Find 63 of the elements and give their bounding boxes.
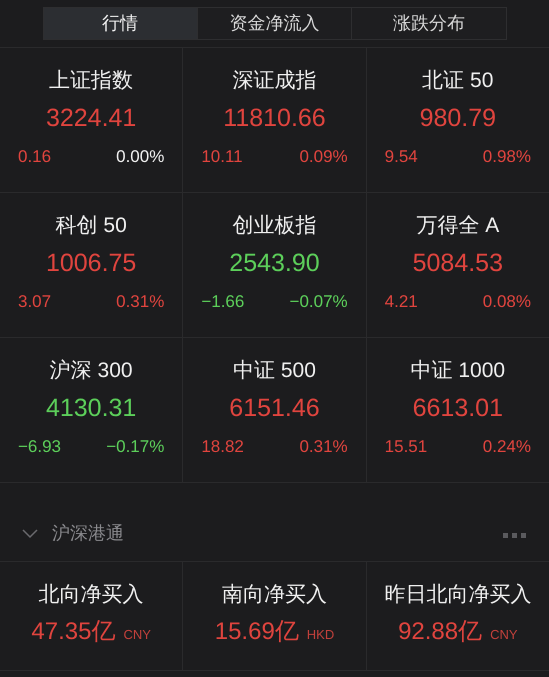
- index-name: 上证指数: [49, 68, 134, 94]
- index-value: 4130.31: [46, 393, 136, 424]
- index-name: 中证 1000: [410, 358, 506, 384]
- change-percent: 0.98%: [482, 146, 531, 168]
- change-percent: 0.00%: [116, 146, 164, 168]
- change-value: 9.54: [384, 146, 418, 168]
- index-name: 创业板指: [232, 213, 316, 239]
- index-value: 980.79: [420, 103, 496, 134]
- change-value: 10.11: [201, 146, 243, 168]
- tab[interactable]: 涨跌分布: [351, 8, 506, 39]
- index-value: 11810.66: [223, 103, 326, 134]
- more-icon[interactable]: [503, 533, 527, 539]
- flow-card[interactable]: 北向净买入 47.35亿 CNY: [0, 562, 182, 670]
- index-card[interactable]: 深证成指 11810.66 10.11 0.09%: [183, 48, 366, 192]
- change-value: 18.82: [201, 436, 244, 458]
- index-name: 万得全 A: [416, 213, 500, 239]
- index-name: 沪深 300: [50, 358, 133, 384]
- flow-value: 15.69亿: [214, 617, 299, 647]
- change-value: 15.51: [384, 436, 428, 458]
- currency-label: CNY: [123, 626, 151, 644]
- change-percent: 0.24%: [482, 436, 531, 458]
- change-percent: −0.07%: [290, 291, 348, 313]
- currency-label: HKD: [306, 626, 334, 644]
- index-card[interactable]: 上证指数 3224.41 0.16 0.00%: [0, 48, 182, 192]
- index-card[interactable]: 中证 500 6151.46 18.82 0.31%: [183, 338, 366, 482]
- change-percent: −0.17%: [106, 436, 164, 458]
- index-name: 深证成指: [232, 68, 316, 94]
- index-value: 6151.46: [229, 393, 320, 424]
- change-value: −6.93: [18, 436, 62, 458]
- change-value: 4.21: [384, 291, 418, 313]
- flow-label: 昨日北向净买入: [384, 582, 532, 608]
- change-percent: 0.09%: [299, 146, 348, 168]
- flow-value: 92.88亿: [398, 617, 482, 647]
- index-card[interactable]: 创业板指 2543.90 −1.66 −0.07%: [183, 193, 366, 337]
- tab[interactable]: 行情: [44, 8, 197, 39]
- flow-card[interactable]: 南向净买入 15.69亿 HKD: [183, 562, 366, 670]
- index-card[interactable]: 中证 1000 6613.01 15.51 0.24%: [366, 338, 549, 482]
- section-title: 沪深港通: [52, 522, 124, 545]
- index-name: 中证 500: [233, 358, 316, 384]
- flow-label: 北向净买入: [38, 582, 144, 608]
- flow-card[interactable]: 昨日北向净买入 92.88亿 CNY: [366, 562, 549, 670]
- change-value: 3.07: [18, 291, 52, 313]
- change-percent: 0.31%: [299, 436, 348, 458]
- index-value: 6613.01: [412, 393, 503, 424]
- flow-label: 南向净买入: [222, 582, 327, 608]
- index-value: 2543.90: [229, 248, 320, 279]
- flow-value: 47.35亿: [31, 617, 116, 647]
- change-value: −1.66: [201, 291, 244, 313]
- change-percent: 0.08%: [482, 291, 531, 313]
- index-name: 北证 50: [422, 68, 494, 94]
- index-card[interactable]: 沪深 300 4130.31 −6.93 −0.17%: [0, 338, 182, 482]
- index-value: 1006.75: [46, 248, 136, 279]
- index-card[interactable]: 北证 50 980.79 9.54 0.98%: [366, 48, 549, 192]
- index-value: 5084.53: [412, 248, 503, 279]
- index-value: 3224.41: [46, 103, 136, 134]
- index-card[interactable]: 万得全 A 5084.53 4.21 0.08%: [366, 193, 549, 337]
- change-percent: 0.31%: [116, 291, 164, 313]
- index-name: 科创 50: [56, 213, 127, 239]
- change-value: 0.16: [18, 146, 52, 168]
- index-card[interactable]: 科创 50 1006.75 3.07 0.31%: [0, 193, 182, 337]
- tab[interactable]: 资金净流入: [196, 8, 352, 39]
- chevron-down-icon[interactable]: [22, 528, 38, 538]
- currency-label: CNY: [490, 626, 518, 644]
